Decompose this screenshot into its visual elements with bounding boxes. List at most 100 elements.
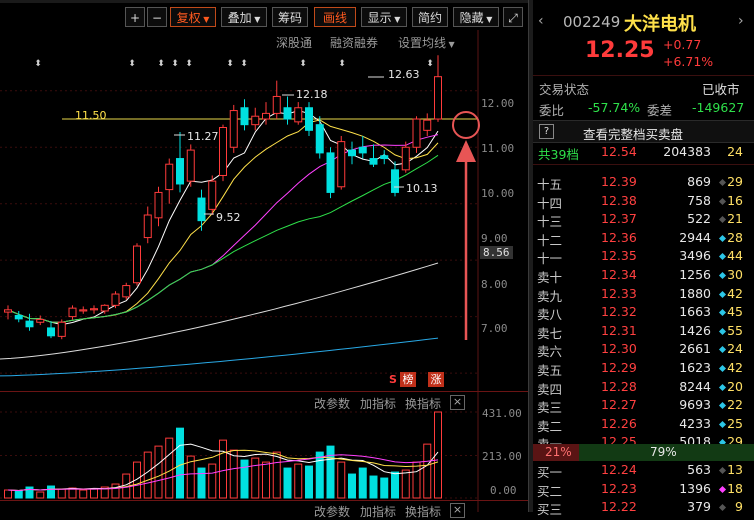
- level-price: 12.30: [601, 341, 637, 357]
- candle-body: [434, 76, 442, 120]
- level-lvl: 买一: [537, 465, 563, 480]
- bid-level-row[interactable]: 买一 12.24 563 13: [537, 462, 749, 480]
- panel-separator[interactable]: [528, 0, 533, 512]
- bang-badge[interactable]: 榜: [400, 372, 416, 387]
- ask-level-row[interactable]: 卖五 12.29 1623 42: [537, 360, 749, 378]
- level-marker-icon: [718, 402, 727, 410]
- event-marker-icon: ⬍: [171, 59, 179, 69]
- level-price: 12.32: [601, 304, 637, 320]
- level-vol: 1880: [679, 285, 711, 301]
- candle-body: [68, 307, 77, 318]
- next-stock-icon[interactable]: ›: [738, 13, 744, 29]
- buy-ratio-label: 79%: [650, 445, 677, 459]
- level-vol: 4233: [679, 415, 711, 431]
- level-marker-icon: [718, 420, 727, 428]
- ask-level-row[interactable]: 卖六 12.30 2661 24: [537, 341, 749, 359]
- bid-level-row[interactable]: 买三 12.22 379 9: [537, 499, 749, 517]
- volume-bar: [337, 461, 346, 499]
- event-marker-icon: ⬍: [338, 59, 346, 69]
- ask-level-row[interactable]: 卖三 12.27 9693 22: [537, 397, 749, 415]
- level-vol: 2944: [679, 229, 711, 245]
- volume-bar: [14, 490, 23, 499]
- event-marker-icon: ⬍: [240, 59, 248, 69]
- ask-level-row[interactable]: 卖十 12.34 1256 30: [537, 267, 749, 285]
- ask-level-row[interactable]: 卖七 12.31 1426 55: [537, 323, 749, 341]
- chart-overlay: ⬍ ⬍ ⬍ ⬍ ⬍ ⬍ ⬍ ⬍ ⬍ ⬍: [34, 59, 480, 340]
- low-label: 9.52: [216, 211, 241, 224]
- candle-body: [262, 112, 270, 120]
- level-cnt: 28: [727, 229, 743, 245]
- stock-code: 002249: [563, 13, 621, 31]
- ask-level-row[interactable]: 十四 12.38 758 16: [537, 193, 749, 211]
- ask-level-row[interactable]: 卖九 12.33 1880 42: [537, 286, 749, 304]
- high-label: 12.63: [388, 68, 420, 81]
- volume-bar: [262, 461, 270, 499]
- full-book-row[interactable]: ? 查看完整档买卖盘: [533, 120, 754, 143]
- ask-level-row[interactable]: 十三 12.37 522 21: [537, 211, 749, 229]
- weibi-label: 委比: [539, 103, 565, 118]
- volume-bar: [4, 489, 12, 499]
- level-price: 12.37: [601, 211, 637, 227]
- level-price: 12.28: [601, 378, 637, 394]
- price-change-pct: +6.71%: [663, 54, 714, 69]
- close-indicator-button[interactable]: ×: [450, 395, 465, 410]
- level-marker-icon: [718, 309, 727, 317]
- level-cnt: 45: [727, 304, 743, 320]
- event-marker-icon: ⬍: [157, 59, 165, 69]
- order-ratio-bar: 21% 79%: [533, 444, 754, 461]
- level-vol: 3496: [679, 248, 711, 264]
- level-cnt: 22: [727, 397, 743, 413]
- bid-level-row[interactable]: 买二 12.23 1396 18: [537, 481, 749, 499]
- total-row: 共39档 12.54 204383 24: [537, 144, 749, 162]
- level-price: 12.39: [601, 174, 637, 189]
- level-marker-icon: [718, 197, 727, 205]
- level-vol: 522: [687, 211, 711, 227]
- ask-level-row[interactable]: 卖八 12.32 1663 45: [537, 304, 749, 322]
- volume-bar: [79, 489, 88, 499]
- add-indicator-button[interactable]: 加指标: [360, 395, 396, 412]
- status-label: 交易状态: [539, 82, 590, 97]
- volume-bar: [272, 451, 281, 499]
- indicator-divider: [0, 391, 528, 392]
- ask-level-row[interactable]: 卖二 12.26 4233 25: [537, 416, 749, 434]
- switch-indicator-button[interactable]: 换指标: [405, 395, 441, 412]
- candle-body: [14, 314, 23, 320]
- event-marker-icon: ⬍: [299, 59, 307, 69]
- total-cnt: 24: [727, 144, 743, 159]
- close-indicator-button-2[interactable]: ×: [450, 503, 465, 518]
- event-marker-icon: ⬍: [128, 59, 136, 69]
- change-params-button[interactable]: 改参数: [314, 395, 350, 412]
- level-cnt: 13: [727, 462, 743, 477]
- level-cnt: 44: [727, 248, 743, 264]
- candle-body: [143, 214, 152, 239]
- ask-level-row[interactable]: 卖四 12.28 8244 20: [537, 379, 749, 397]
- ask-level-row[interactable]: 十一 12.35 3496 44: [537, 248, 749, 266]
- candle-body: [186, 149, 195, 182]
- candle-body: [283, 107, 292, 120]
- level-cnt: 16: [727, 192, 743, 208]
- zhang-badge[interactable]: 涨: [428, 372, 444, 387]
- event-marker-icon: ⬍: [34, 59, 42, 69]
- ask-level-row[interactable]: 十二 12.36 2944 28: [537, 230, 749, 248]
- volume-bar: [315, 451, 324, 499]
- level-lvl: 卖九: [537, 288, 563, 304]
- candle-body: [423, 119, 432, 131]
- s-badge[interactable]: S: [389, 373, 397, 386]
- price-tick: 9.00: [481, 232, 508, 245]
- event-marker-icon: ⬍: [185, 59, 193, 69]
- level-vol: 869: [687, 174, 711, 189]
- level-lvl: 十二: [537, 232, 563, 248]
- ma120-line: [0, 337, 439, 377]
- level-lvl: 买三: [537, 502, 563, 518]
- level-lvl: 卖二: [537, 418, 563, 434]
- candle-body: [47, 327, 55, 337]
- ask-level-row[interactable]: 十五 12.39 869 29: [537, 174, 749, 192]
- candle-body: [133, 245, 141, 284]
- level-cnt: 30: [727, 267, 743, 282]
- status-value: 已收市: [702, 82, 740, 97]
- kline-chart[interactable]: ⬍ ⬍ ⬍ ⬍ ⬍ ⬍ ⬍ ⬍ ⬍ ⬍: [0, 0, 528, 512]
- level-lvl: 十四: [537, 195, 563, 211]
- volume-bar: [423, 443, 432, 499]
- help-icon: ?: [539, 124, 554, 139]
- prev-stock-icon[interactable]: ‹: [538, 13, 544, 29]
